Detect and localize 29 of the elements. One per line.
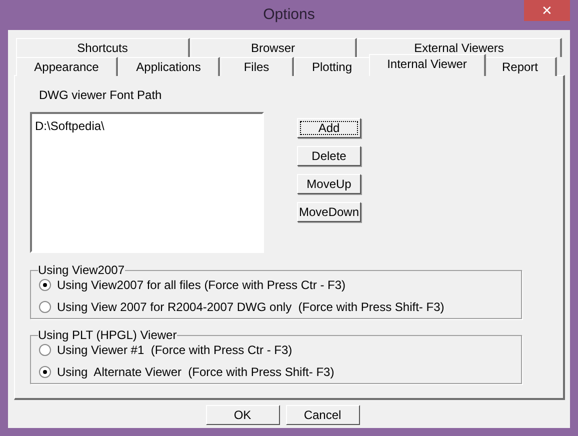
dialog-button[interactable]: Delete	[297, 146, 361, 166]
dialog-button[interactable]: Cancel	[286, 405, 360, 425]
tab[interactable]: Internal Viewer	[369, 54, 486, 76]
radio-label: Using Viewer #1 (Force with Press Ctr - F3)	[57, 342, 292, 358]
radio-button[interactable]	[39, 300, 51, 312]
radio-label: Using Alternate Viewer (Force with Press Shift- F3)	[57, 364, 334, 380]
radio-button[interactable]	[39, 278, 51, 290]
path-listbox[interactable]: D:\Softpedia\	[30, 112, 264, 253]
tab[interactable]: Applications	[118, 57, 220, 76]
tab[interactable]: Report	[484, 57, 557, 76]
group-title: Using View2007	[38, 262, 125, 278]
tab[interactable]: Files	[220, 57, 294, 76]
close-button[interactable]: ✕	[524, 0, 570, 21]
tab[interactable]: Plotting	[294, 57, 371, 76]
list-item[interactable]: D:\Softpedia\	[35, 117, 259, 135]
dialog-button[interactable]: MoveUp	[297, 174, 361, 194]
tab[interactable]: Appearance	[16, 57, 118, 76]
radio-button[interactable]	[39, 344, 51, 356]
dialog-button[interactable]: MoveDown	[297, 202, 361, 222]
group-title: Using PLT (HPGL) Viewer	[38, 327, 177, 343]
font-path-label: DWG viewer Font Path	[39, 87, 163, 104]
dialog-button[interactable]: Add	[297, 118, 361, 138]
radio-label: Using View 2007 for R2004-2007 DWG only (Force with Press Shift- F3)	[57, 298, 444, 316]
tab[interactable]: Shortcuts	[16, 38, 190, 57]
radio-label: Using View2007 for all files (Force with Press Ctr - F3)	[57, 276, 346, 294]
radio-button[interactable]	[39, 366, 51, 378]
dialog-button[interactable]: OK	[206, 405, 280, 425]
tab[interactable]: External Viewers	[357, 38, 562, 57]
window-title: Options	[263, 4, 315, 25]
